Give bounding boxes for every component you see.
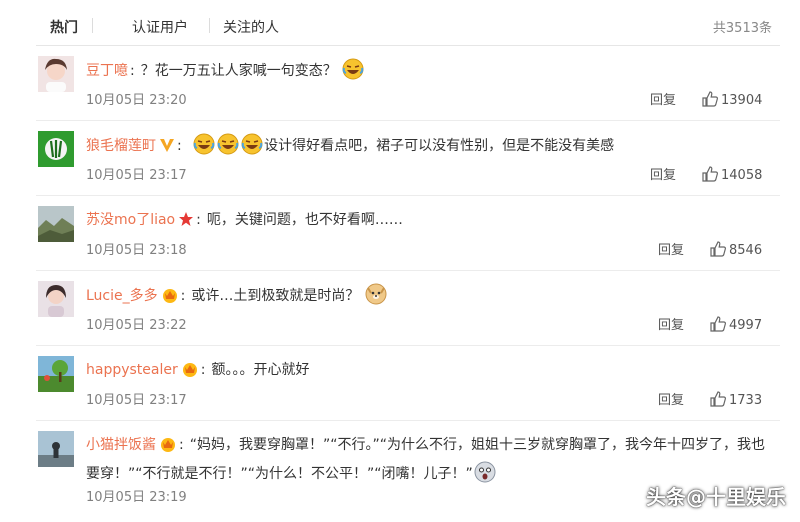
comment-time: 10月05日 23:18 <box>86 243 187 258</box>
comment-body: happystealer: 额。。。开心就好 <box>86 358 776 386</box>
comment-time: 10月05日 23:17 <box>86 168 187 183</box>
comment-body: 豆丁噫: ？花一万五让人家喊一句变态？ <box>86 58 776 89</box>
thumbs-up-icon <box>710 391 726 407</box>
reply-button[interactable]: 回复 <box>650 164 676 183</box>
comment-time: 10月05日 23:17 <box>86 393 187 408</box>
comment-item: happystealer: 额。。。开心就好 10月05日 23:17 回复 17… <box>36 345 780 421</box>
like-button[interactable]: 14058 <box>702 166 762 183</box>
shocked-face-emoji-icon <box>474 461 496 492</box>
avatar[interactable] <box>38 356 74 392</box>
username[interactable]: Lucie_多多 <box>86 288 158 304</box>
username[interactable]: 狼毛榴莲町 <box>86 138 156 154</box>
comment-text: 或许…土到极致就是时尚？ <box>191 288 360 304</box>
like-button[interactable]: 4997 <box>710 316 762 333</box>
reply-button[interactable]: 回复 <box>658 239 684 258</box>
like-count: 4997 <box>729 318 763 333</box>
reply-button[interactable]: 回复 <box>650 89 676 108</box>
comment-body: 狼毛榴莲町: 设计得好看点吧，裙子可以没有性别，但是不能没有美感 <box>86 133 776 164</box>
tab-followed-users[interactable]: 关注的人 <box>223 17 279 37</box>
crown-badge-icon <box>161 287 179 312</box>
username[interactable]: 苏没mo了liao <box>86 212 175 228</box>
reply-button[interactable]: 回复 <box>658 389 684 408</box>
comment-body: 苏没mo了liao: 呃，关键问题，也不好看啊…… <box>86 208 776 236</box>
comment-item: 狼毛榴莲町: 设计得好看点吧，裙子可以没有性别，但是不能没有美感 10月05日 … <box>36 120 780 196</box>
comment-total-count: 共3513条 <box>712 21 772 36</box>
tab-verified-users[interactable]: 认证用户 <box>132 17 188 37</box>
avatar[interactable] <box>38 131 74 167</box>
like-count: 8546 <box>729 243 763 258</box>
comment-panel: 热门 认证用户 关注的人 共3513条 豆丁噫: ？花一万五让人家喊一句变态？ 1… <box>36 0 780 522</box>
crown-badge-icon <box>181 361 199 386</box>
comment-body: Lucie_多多: 或许…土到极致就是时尚？ <box>86 283 776 314</box>
comment-text: 额。。。开心就好 <box>211 362 310 378</box>
doge-emoji-icon <box>365 283 387 314</box>
like-button[interactable]: 8546 <box>710 241 762 258</box>
reply-button[interactable]: 回复 <box>658 314 684 333</box>
watermark: 头条@十里娱乐 <box>646 485 786 509</box>
red-star-badge-icon <box>178 211 194 236</box>
like-count: 1733 <box>729 393 763 408</box>
tab-divider <box>209 18 210 33</box>
avatar[interactable] <box>38 206 74 242</box>
thumbs-up-icon <box>702 91 718 107</box>
comment-text: 设计得好看点吧，裙子可以没有性别，但是不能没有美感 <box>264 138 615 154</box>
comment-time: 10月05日 23:20 <box>86 93 187 108</box>
avatar[interactable] <box>38 56 74 92</box>
laughing-tears-emoji-icon <box>217 133 239 164</box>
username[interactable]: 豆丁噫 <box>86 63 128 79</box>
tab-divider <box>92 18 93 33</box>
like-button[interactable]: 1733 <box>710 391 762 408</box>
tab-hot[interactable]: 热门 <box>50 17 78 37</box>
comment-time: 10月05日 23:22 <box>86 318 187 333</box>
comment-item: 豆丁噫: ？花一万五让人家喊一句变态？ 10月05日 23:20 回复 13904 <box>36 45 780 121</box>
thumbs-up-icon <box>710 316 726 332</box>
gold-v-badge-icon <box>159 137 175 162</box>
comment-text: 呃，关键问题，也不好看啊…… <box>206 212 403 228</box>
username[interactable]: 小猫拌饭酱 <box>86 437 156 453</box>
like-count: 13904 <box>721 93 763 108</box>
username[interactable]: happystealer <box>86 362 178 378</box>
thumbs-up-icon <box>710 241 726 257</box>
comment-time: 10月05日 23:19 <box>86 490 187 505</box>
comment-item: Lucie_多多: 或许…土到极致就是时尚？ 10月05日 23:22 回复 49… <box>36 270 780 346</box>
laughing-tears-emoji-icon <box>342 58 364 89</box>
comment-text: “妈妈，我要穿胸罩！”“不行。”“为什么不行，姐姐十三岁就穿胸罩了，我今年十四岁… <box>86 437 765 482</box>
laughing-tears-emoji-icon <box>193 133 215 164</box>
avatar[interactable] <box>38 281 74 317</box>
like-button[interactable]: 13904 <box>702 91 762 108</box>
avatar[interactable] <box>38 431 74 467</box>
thumbs-up-icon <box>702 166 718 182</box>
laughing-tears-emoji-icon <box>241 133 263 164</box>
comment-text: ？花一万五让人家喊一句变态？ <box>140 63 337 79</box>
comment-filter-bar: 热门 认证用户 关注的人 共3513条 <box>36 0 780 46</box>
crown-badge-icon <box>159 436 177 461</box>
comment-item: 苏没mo了liao: 呃，关键问题，也不好看啊…… 10月05日 23:18 回复… <box>36 195 780 271</box>
like-count: 14058 <box>721 168 763 183</box>
